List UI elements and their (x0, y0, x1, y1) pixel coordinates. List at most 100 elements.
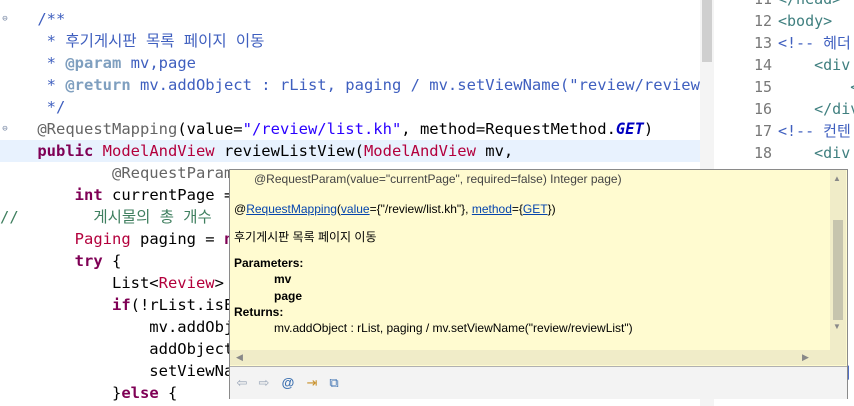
code-token: { (158, 384, 178, 402)
code-token: reviewListView( (214, 142, 364, 160)
scroll-up-icon[interactable]: ▲ (833, 174, 841, 183)
line-number: 11 (736, 0, 772, 10)
editor-scrollbar-thumb[interactable] (702, 0, 712, 62)
html-token: <div (778, 56, 851, 74)
html-token: < (778, 78, 854, 96)
html-token: <!-- 컨텐 (778, 122, 851, 140)
code-line[interactable]: */ (0, 96, 700, 118)
scroll-left-icon[interactable]: ◀ (236, 352, 243, 363)
code-token: > (214, 274, 224, 292)
link-value[interactable]: value (341, 202, 370, 216)
param-page: page (274, 289, 303, 303)
code-token: currentPage = (102, 186, 234, 204)
fold-toggle-icon[interactable]: ⊖ (0, 14, 10, 24)
code-text: @RequestParam (0, 162, 233, 184)
code-token: public (0, 142, 103, 160)
code-token: (value= (177, 120, 243, 138)
at-sign: @ (234, 202, 247, 216)
scroll-down-icon[interactable]: ▼ (833, 322, 841, 331)
javadoc-hover-popup[interactable]: @RequestParam(value="currentPage", requi… (229, 169, 848, 399)
link-get[interactable]: GET (523, 202, 548, 216)
code-token: { (102, 252, 122, 270)
fold-toggle-icon[interactable]: ⊖ (0, 124, 10, 134)
link-request-mapping[interactable]: RequestMapping (246, 202, 337, 216)
code-token: addObject (0, 340, 234, 358)
popup-annotation-line: @RequestMapping(value={"/review/list.kh"… (234, 202, 556, 216)
code-token: "/review/list.kh" (242, 120, 402, 138)
html-code-line[interactable]: <!-- 헤더 (778, 32, 851, 54)
open-declaration-icon[interactable]: ⇥ (304, 375, 320, 391)
code-text: * 후기게시판 목록 페이지 이동 (0, 30, 265, 52)
html-token: </head> (778, 0, 841, 8)
back-icon[interactable]: ⇦ (234, 375, 250, 391)
param-mv: mv (274, 272, 292, 286)
code-token: setViewNa (0, 362, 234, 380)
popup-toolbar: ⇦ ⇨ @ ⇥ ⧉ (230, 366, 847, 399)
code-token: ModelAndView (363, 142, 476, 160)
returns-label: Returns: (234, 305, 284, 319)
code-line[interactable]: * 후기게시판 목록 페이지 이동 (0, 30, 700, 52)
line-number: 12 (753, 12, 772, 30)
code-token: paging = (130, 230, 224, 248)
html-code-line[interactable]: < (778, 76, 854, 98)
javadoc-at-icon[interactable]: @ (280, 375, 296, 391)
method-eq: ={ (511, 202, 523, 216)
popup-horizontal-scrollbar[interactable]: ◀ ▶ (230, 350, 830, 365)
code-text: setViewNa (0, 360, 233, 382)
javadoc-content: @RequestParam(value="currentPage", requi… (230, 170, 830, 365)
forward-icon[interactable]: ⇨ (256, 375, 272, 391)
code-token: GET (615, 120, 644, 138)
html-code-line[interactable]: </head> (778, 0, 841, 10)
returns-text: mv.addObject : rList, paging / mv.setVie… (274, 321, 633, 335)
code-token: // 게시물의 총 개수 (0, 208, 212, 226)
code-token: * (0, 76, 66, 94)
code-text: List<Review> (0, 272, 224, 294)
code-text: * @return mv.addObject : rList, paging /… (0, 74, 700, 96)
code-text: */ (0, 96, 66, 118)
scroll-right-icon[interactable]: ▶ (802, 352, 809, 363)
code-token: ModelAndView (102, 142, 215, 160)
method-close: }) (547, 202, 556, 216)
html-code-line[interactable]: <!-- 컨텐 (778, 120, 851, 142)
line-number: 16 (753, 100, 772, 118)
code-token: , method=RequestMethod. (401, 120, 616, 138)
code-text: @RequestMapping(value="/review/list.kh",… (0, 118, 653, 140)
code-token: List< (0, 274, 159, 292)
code-token: @return (65, 76, 131, 94)
code-line[interactable]: public ModelAndView reviewListView(Model… (0, 140, 700, 162)
code-token: @param (65, 54, 122, 72)
code-line[interactable]: * @return mv.addObject : rList, paging /… (0, 74, 700, 96)
code-token: int (0, 186, 103, 204)
code-token: if (0, 296, 131, 314)
code-line[interactable]: * @param mv,page (0, 52, 700, 74)
html-token: <body> (778, 12, 833, 30)
code-token: ) (643, 120, 654, 138)
code-token: } (0, 384, 122, 402)
code-line[interactable]: /** ⊖ (0, 8, 700, 30)
code-token: mv.addObj (0, 318, 234, 336)
popup-signature: @RequestParam(value="currentPage", requi… (254, 172, 622, 186)
code-token: Review (158, 274, 215, 292)
code-token: mv, (475, 142, 514, 160)
code-token: else (121, 384, 159, 402)
popup-scrollbar-thumb[interactable] (833, 220, 843, 320)
code-line[interactable]: @RequestMapping(value="/review/list.kh",… (0, 118, 700, 140)
html-code-line[interactable]: <body> (778, 10, 832, 32)
code-text: mv.addObj (0, 316, 233, 338)
html-token: <div (778, 144, 851, 162)
code-text: if(!rList.isE (0, 294, 233, 316)
value-text: ={"/review/list.kh"}, (369, 202, 472, 216)
code-token: mv,page (121, 54, 196, 72)
open-attached-javadoc-icon[interactable]: ⧉ (326, 375, 342, 391)
html-code-line[interactable]: <div (778, 54, 850, 76)
code-token: try (0, 252, 103, 270)
html-token: </div (778, 100, 854, 118)
code-token: @RequestParam (0, 164, 234, 182)
code-text: int currentPage = (0, 184, 234, 206)
html-code-line[interactable]: </div (778, 98, 854, 120)
code-text: }else { (0, 382, 177, 404)
link-method[interactable]: method (472, 202, 512, 216)
line-number: 18 (753, 144, 772, 162)
line-number: 13 (753, 34, 772, 52)
html-code-line[interactable]: <div (778, 142, 850, 164)
